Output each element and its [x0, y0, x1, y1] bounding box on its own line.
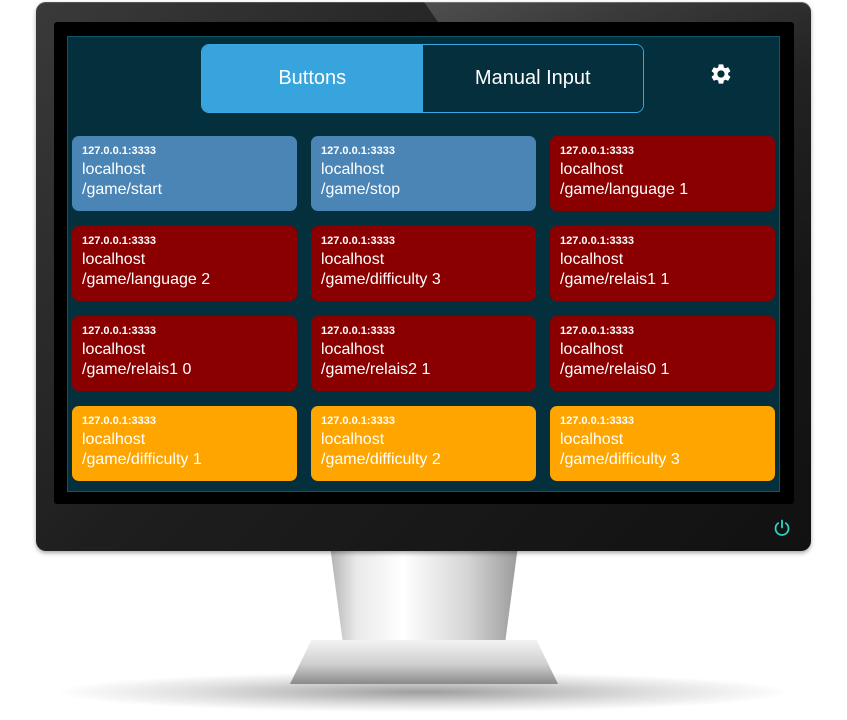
- monitor-stand-base: [290, 640, 558, 684]
- request-button[interactable]: 127.0.0.1:3333 localhost /game/relais0 1: [550, 316, 775, 391]
- request-button[interactable]: 127.0.0.1:3333 localhost /game/relais2 1: [311, 316, 536, 391]
- button-host: localhost: [321, 251, 385, 268]
- button-path: /game/difficulty 1: [82, 451, 202, 468]
- tab-buttons[interactable]: Buttons: [202, 45, 423, 112]
- button-path: /game/relais0 1: [560, 361, 670, 378]
- request-button[interactable]: 127.0.0.1:3333 localhost /game/start: [72, 136, 297, 211]
- tab-manual-input[interactable]: Manual Input: [422, 45, 643, 112]
- button-path: /game/relais2 1: [321, 361, 431, 378]
- button-host: localhost: [560, 431, 624, 448]
- button-host: localhost: [82, 251, 146, 268]
- button-path: /game/stop: [321, 181, 401, 198]
- button-host: localhost: [560, 251, 624, 268]
- button-host: localhost: [82, 431, 146, 448]
- button-address: 127.0.0.1:3333: [560, 235, 635, 247]
- button-address: 127.0.0.1:3333: [82, 415, 157, 427]
- monitor-mockup: Buttons Manual Input 127.0.0.1:3333 loca…: [0, 0, 847, 720]
- button-path: /game/relais1 0: [82, 361, 192, 378]
- button-path: /game/start: [82, 181, 163, 198]
- button-host: localhost: [321, 431, 385, 448]
- button-path: /game/language 1: [560, 181, 689, 198]
- button-address: 127.0.0.1:3333: [560, 415, 635, 427]
- request-button[interactable]: 127.0.0.1:3333 localhost /game/difficult…: [72, 406, 297, 481]
- button-path: /game/language 2: [82, 271, 211, 288]
- button-address: 127.0.0.1:3333: [560, 145, 635, 157]
- request-button[interactable]: 127.0.0.1:3333 localhost /game/difficult…: [550, 406, 775, 481]
- request-button[interactable]: 127.0.0.1:3333 localhost /game/relais1 0: [72, 316, 297, 391]
- button-grid: 127.0.0.1:3333 localhost /game/start 127…: [72, 136, 775, 481]
- request-button[interactable]: 127.0.0.1:3333 localhost /game/stop: [311, 136, 536, 211]
- button-host: localhost: [321, 341, 385, 358]
- button-path: /game/difficulty 3: [560, 451, 680, 468]
- request-button[interactable]: 127.0.0.1:3333 localhost /game/relais1 1: [550, 226, 775, 301]
- button-host: localhost: [560, 161, 624, 178]
- button-address: 127.0.0.1:3333: [321, 325, 396, 337]
- button-path: /game/difficulty 3: [321, 271, 441, 288]
- mode-tabs: Buttons Manual Input: [201, 44, 644, 113]
- button-address: 127.0.0.1:3333: [82, 325, 157, 337]
- button-address: 127.0.0.1:3333: [321, 145, 396, 157]
- button-host: localhost: [82, 161, 146, 178]
- request-button[interactable]: 127.0.0.1:3333 localhost /game/difficult…: [311, 226, 536, 301]
- button-address: 127.0.0.1:3333: [321, 235, 396, 247]
- monitor-stand-neck: [330, 551, 518, 647]
- button-address: 127.0.0.1:3333: [82, 145, 157, 157]
- button-path: /game/relais1 1: [560, 271, 670, 288]
- power-icon[interactable]: [772, 518, 792, 538]
- button-address: 127.0.0.1:3333: [82, 235, 157, 247]
- button-host: localhost: [82, 341, 146, 358]
- request-button[interactable]: 127.0.0.1:3333 localhost /game/language …: [72, 226, 297, 301]
- request-button[interactable]: 127.0.0.1:3333 localhost /game/difficult…: [311, 406, 536, 481]
- button-address: 127.0.0.1:3333: [560, 325, 635, 337]
- gear-icon[interactable]: [709, 62, 733, 86]
- request-button[interactable]: 127.0.0.1:3333 localhost /game/language …: [550, 136, 775, 211]
- button-host: localhost: [321, 161, 385, 178]
- button-host: localhost: [560, 341, 624, 358]
- button-path: /game/difficulty 2: [321, 451, 441, 468]
- button-address: 127.0.0.1:3333: [321, 415, 396, 427]
